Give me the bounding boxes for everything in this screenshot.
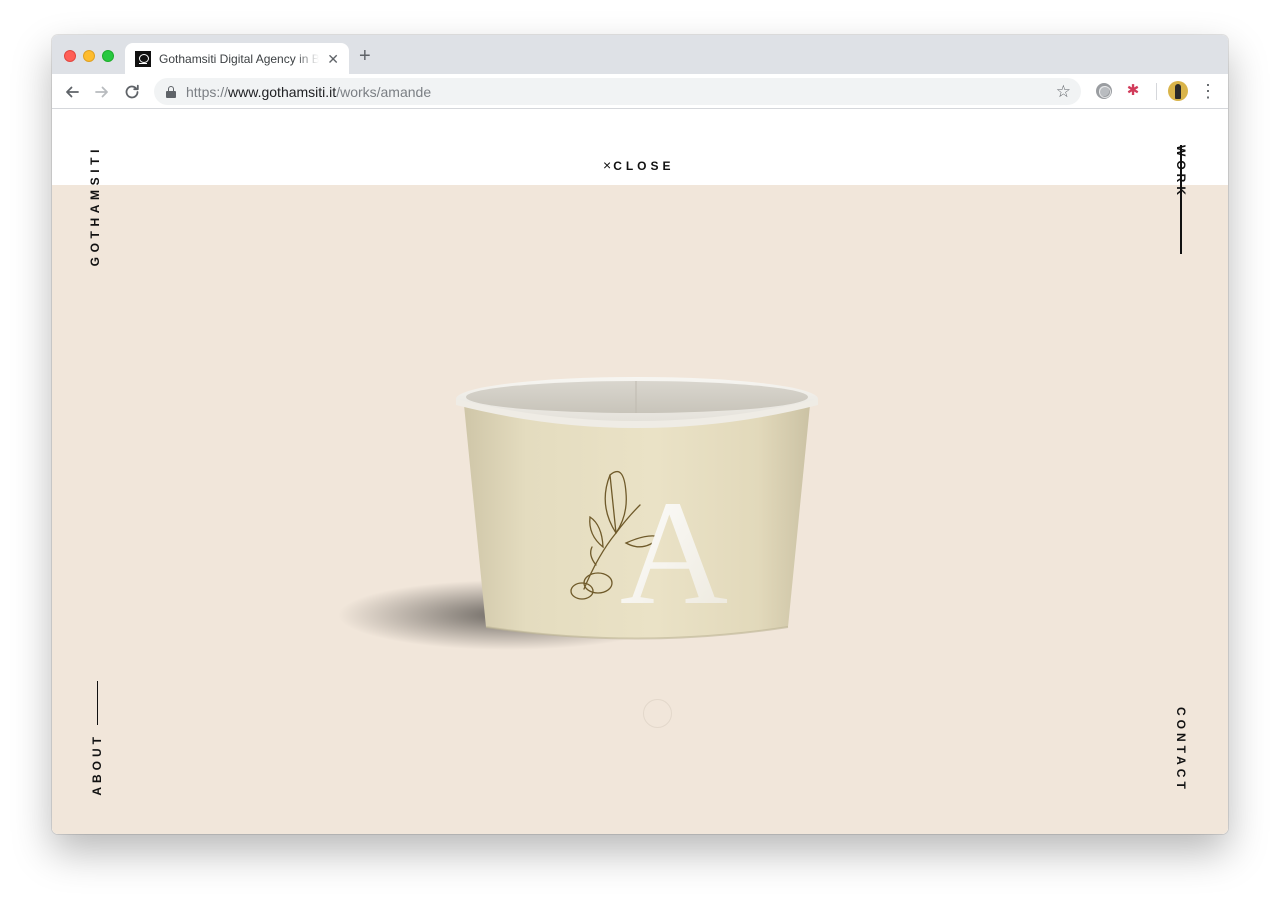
window-zoom-button[interactable] bbox=[102, 50, 114, 62]
back-button[interactable] bbox=[62, 82, 82, 102]
url-text[interactable]: https://www.gothamsiti.it/works/amande bbox=[186, 84, 431, 100]
tab-close-icon[interactable]: ✕ bbox=[327, 52, 339, 66]
close-label: CLOSE bbox=[613, 159, 675, 173]
product-cup-image: A bbox=[298, 365, 818, 665]
profile-avatar[interactable] bbox=[1168, 81, 1188, 101]
url-scheme: https:// bbox=[186, 83, 229, 100]
url-path: /works/amande bbox=[336, 83, 432, 100]
nav-work-link[interactable]: WORK bbox=[1174, 145, 1188, 199]
nav-contact-link[interactable]: CONTACT bbox=[1174, 707, 1188, 793]
reload-button[interactable] bbox=[122, 82, 142, 102]
nav-about-link[interactable]: ABOUT bbox=[90, 733, 104, 796]
browser-window: Gothamsiti Digital Agency in Br ✕ + http… bbox=[52, 35, 1228, 834]
scroll-indicator[interactable] bbox=[643, 699, 672, 728]
toolbar-divider bbox=[1156, 83, 1157, 100]
tab-title: Gothamsiti Digital Agency in Br bbox=[159, 51, 319, 66]
cup-illustration: A bbox=[338, 377, 818, 650]
window-close-button[interactable] bbox=[64, 50, 76, 62]
monogram-letter: A bbox=[620, 470, 728, 636]
close-icon: × bbox=[603, 157, 614, 173]
kebab-menu-icon[interactable]: ⋮ bbox=[1199, 82, 1217, 102]
arrow-left-icon bbox=[66, 86, 79, 98]
forward-button[interactable] bbox=[92, 82, 112, 102]
url-host: www.gothamsiti.it bbox=[228, 83, 337, 100]
tab-strip: Gothamsiti Digital Agency in Br ✕ + bbox=[52, 35, 1228, 74]
window-minimize-button[interactable] bbox=[83, 50, 95, 62]
browser-toolbar: https://www.gothamsiti.it/works/amande ☆… bbox=[52, 74, 1228, 109]
star-icon[interactable]: ☆ bbox=[1056, 83, 1071, 100]
about-divider bbox=[97, 681, 98, 725]
address-bar[interactable]: https://www.gothamsiti.it/works/amande ☆ bbox=[154, 78, 1081, 105]
globe-extension-icon[interactable] bbox=[1096, 83, 1112, 99]
browser-tab-active[interactable]: Gothamsiti Digital Agency in Br ✕ bbox=[125, 43, 349, 74]
page-viewport: GOTHAMSITI ×CLOSE WORK ABOUT CONTACT A bbox=[52, 109, 1228, 834]
color-extension-icon[interactable]: ✱ bbox=[1125, 83, 1141, 99]
site-logo[interactable]: GOTHAMSITI bbox=[88, 145, 102, 266]
site-favicon-icon bbox=[135, 50, 151, 67]
close-button[interactable]: ×CLOSE bbox=[603, 157, 675, 173]
arrow-right-icon bbox=[95, 86, 108, 98]
new-tab-button[interactable]: + bbox=[359, 46, 371, 66]
reload-icon bbox=[125, 84, 139, 99]
lock-icon bbox=[166, 85, 176, 98]
